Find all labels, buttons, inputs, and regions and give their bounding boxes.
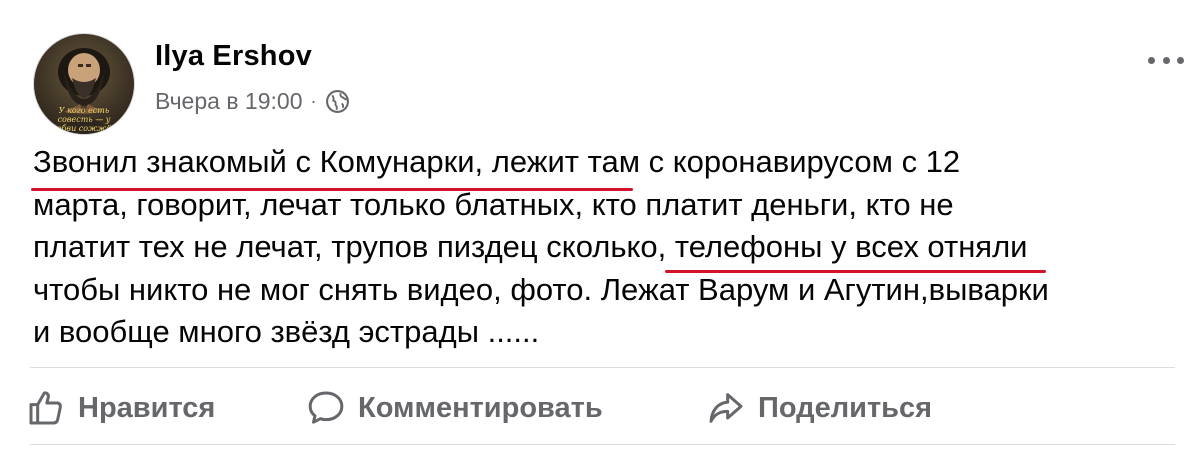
divider: [30, 367, 1175, 368]
more-dot-icon: [1148, 56, 1155, 64]
post-timestamp[interactable]: Вчера в 19:00: [155, 88, 303, 115]
globe-icon[interactable]: [325, 89, 350, 114]
like-button[interactable]: Нравится: [26, 382, 215, 434]
divider: [30, 444, 1175, 445]
comment-button[interactable]: Комментировать: [306, 382, 603, 434]
post-text-line: и вообще много звёзд эстрады ......: [33, 314, 540, 349]
facebook-post: У кого есть совесть — у любви сожжёт Ily…: [0, 0, 1200, 451]
more-dot-icon: [1177, 56, 1184, 64]
share-label: Поделиться: [758, 391, 933, 424]
post-text-line: чтобы никто не мог снять видео, фото. Ле…: [33, 271, 1049, 307]
thumbs-up-icon: [29, 391, 62, 425]
share-button[interactable]: Поделиться: [706, 382, 932, 434]
comment-icon: [308, 391, 344, 424]
post-meta: Вчера в 19:00 ·: [155, 88, 350, 115]
underlined-text: Звонил знакомый с Комунарки: [31, 144, 633, 191]
avatar-caption: У кого есть совесть — у любви сожжёт: [49, 106, 119, 133]
more-options-button[interactable]: [1148, 50, 1184, 70]
comment-label: Комментировать: [358, 391, 603, 424]
share-arrow-icon: [709, 393, 743, 423]
post-text-line: Звонил знакомый с Комунарки, лежит там с…: [31, 141, 1183, 191]
like-label: Нравится: [78, 391, 216, 424]
avatar[interactable]: У кого есть совесть — у любви сожжёт: [33, 33, 135, 135]
post-text-line: платит тех не лечат, трупов пиздец сколь…: [33, 226, 1183, 273]
meta-separator: ·: [310, 91, 317, 111]
author-name[interactable]: Ilya Ershov: [155, 40, 312, 73]
post-text: Звонил знакомый с Комунарки, лежит там с…: [31, 141, 1183, 354]
more-dot-icon: [1162, 56, 1170, 64]
underlined-text: телефоны у всех отняли: [664, 229, 1046, 273]
post-text-line: марта, говорит, лечат только блатных, кт…: [33, 186, 954, 222]
